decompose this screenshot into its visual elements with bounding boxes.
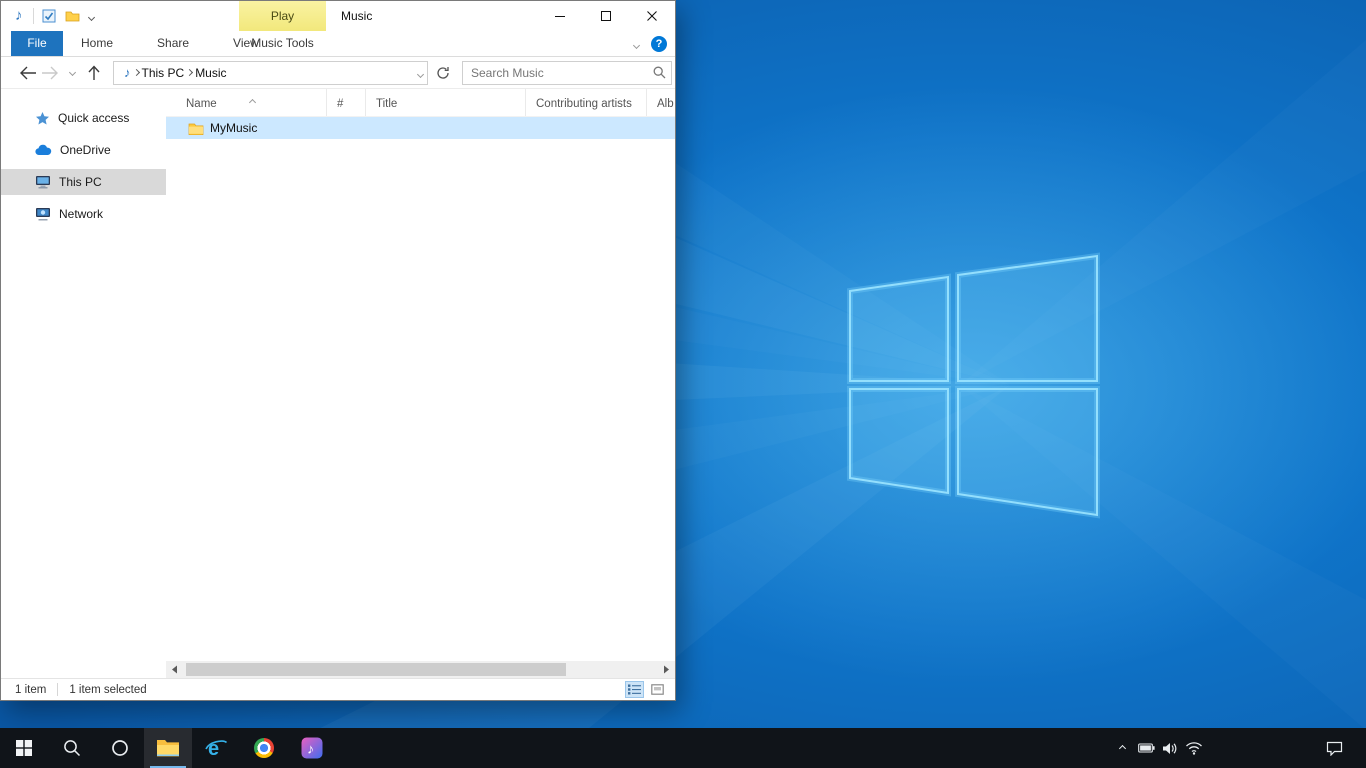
windows-logo-icon: [16, 740, 32, 756]
up-button[interactable]: [83, 62, 105, 84]
sidebar-item-this-pc[interactable]: This PC: [1, 169, 166, 195]
taskbar: e ♪: [0, 728, 1366, 768]
tab-share[interactable]: Share: [144, 31, 202, 56]
file-list[interactable]: MyMusic: [166, 117, 675, 661]
close-button[interactable]: [629, 1, 675, 31]
item-count: 1 item: [15, 684, 46, 696]
search-icon[interactable]: [653, 66, 666, 84]
explorer-window: ♪ Play Music: [0, 0, 676, 701]
status-bar: 1 item 1 item selected: [1, 678, 675, 700]
selection-count: 1 item selected: [69, 684, 146, 696]
itunes-icon: ♪: [301, 737, 323, 759]
maximize-button[interactable]: [583, 1, 629, 31]
file-name: MyMusic: [210, 121, 257, 135]
taskbar-internet-explorer-button[interactable]: e: [192, 728, 240, 768]
window-body: Quick access OneDrive This PC Network: [1, 89, 675, 678]
column-header-number[interactable]: #: [326, 89, 365, 116]
divider: [57, 683, 58, 696]
address-dropdown-icon[interactable]: [418, 64, 423, 82]
start-button[interactable]: [0, 728, 48, 768]
taskbar-file-explorer-button[interactable]: [144, 728, 192, 768]
file-explorer-icon: [156, 738, 180, 758]
battery-icon[interactable]: [1134, 728, 1158, 768]
search-icon: [63, 739, 81, 757]
internet-explorer-icon: e: [204, 736, 228, 760]
sidebar-item-label: This PC: [59, 175, 102, 189]
taskbar-search-button[interactable]: [48, 728, 96, 768]
breadcrumb-this-pc[interactable]: This PC: [139, 66, 188, 80]
svg-text:♪: ♪: [307, 741, 314, 757]
music-note-window-icon: ♪: [15, 1, 23, 31]
title-bar[interactable]: ♪ Play Music: [1, 1, 675, 31]
file-row-mymusic[interactable]: MyMusic: [166, 117, 675, 139]
files-pane: Name # Title Contributing artists Alb My…: [166, 89, 675, 678]
sort-ascending-icon: [250, 92, 255, 110]
navigation-pane: Quick access OneDrive This PC Network: [1, 89, 166, 678]
ribbon-tab-row: File Home Share View Music Tools ?: [1, 31, 675, 57]
desktop: ♪ Play Music: [0, 0, 1366, 768]
sidebar-item-network[interactable]: Network: [1, 201, 166, 227]
column-header-name[interactable]: Name: [166, 89, 326, 116]
qat-customize-button[interactable]: [89, 7, 94, 25]
divider: [33, 8, 34, 24]
details-view-button[interactable]: [625, 681, 644, 698]
cloud-icon: [35, 144, 52, 156]
search-box: [462, 61, 672, 85]
cortana-icon: [111, 739, 129, 757]
forward-button[interactable]: [39, 62, 61, 84]
network-icon: [35, 207, 51, 221]
search-input[interactable]: [462, 61, 672, 85]
refresh-button[interactable]: [433, 62, 453, 84]
column-header-album[interactable]: Alb: [646, 89, 675, 116]
tab-home[interactable]: Home: [68, 31, 126, 56]
sidebar-item-label: OneDrive: [60, 143, 111, 157]
column-headers: Name # Title Contributing artists Alb: [166, 89, 675, 117]
column-header-title[interactable]: Title: [365, 89, 525, 116]
tray-show-hidden-icons[interactable]: [1110, 728, 1134, 768]
navigation-bar: ♪ This PC Music: [1, 57, 675, 89]
cortana-button[interactable]: [96, 728, 144, 768]
scroll-right-icon[interactable]: [658, 661, 675, 678]
minimize-button[interactable]: [537, 1, 583, 31]
sidebar-item-label: Quick access: [58, 111, 129, 125]
chrome-icon: [254, 738, 274, 758]
caption-buttons: [537, 1, 675, 31]
tab-file[interactable]: File: [11, 31, 63, 56]
computer-icon: [35, 175, 51, 189]
window-title: Music: [341, 1, 372, 31]
folder-icon: [188, 122, 204, 135]
horizontal-scrollbar[interactable]: [166, 661, 675, 678]
taskbar-music-app-button[interactable]: ♪: [288, 728, 336, 768]
address-bar[interactable]: ♪ This PC Music: [113, 61, 428, 85]
action-center-button[interactable]: [1310, 728, 1358, 768]
qat-properties-button[interactable]: [42, 9, 56, 23]
expand-ribbon-button[interactable]: [634, 35, 639, 53]
star-icon: [35, 111, 50, 126]
wifi-icon[interactable]: [1182, 728, 1206, 768]
scroll-left-icon[interactable]: [166, 661, 183, 678]
quick-access-toolbar: [42, 7, 94, 25]
taskbar-chrome-button[interactable]: [240, 728, 288, 768]
contextual-tab-group-header[interactable]: Play: [239, 1, 326, 31]
action-center-icon: [1326, 741, 1343, 756]
scrollbar-thumb[interactable]: [186, 663, 566, 676]
speaker-icon[interactable]: [1158, 728, 1182, 768]
view-toggles: [625, 681, 667, 698]
column-header-contributing-artists[interactable]: Contributing artists: [525, 89, 646, 116]
recent-locations-dropdown[interactable]: [61, 62, 83, 84]
back-button[interactable]: [17, 62, 39, 84]
address-music-icon: ♪: [121, 65, 134, 80]
tab-music-tools[interactable]: Music Tools: [239, 31, 326, 56]
help-icon[interactable]: ?: [651, 36, 667, 52]
sidebar-item-quick-access[interactable]: Quick access: [1, 105, 166, 131]
system-tray: [1110, 728, 1206, 768]
breadcrumb-music[interactable]: Music: [192, 66, 229, 80]
large-icons-view-button[interactable]: [648, 681, 667, 698]
qat-new-folder-button[interactable]: [65, 10, 80, 22]
sidebar-item-onedrive[interactable]: OneDrive: [1, 137, 166, 163]
sidebar-item-label: Network: [59, 207, 103, 221]
